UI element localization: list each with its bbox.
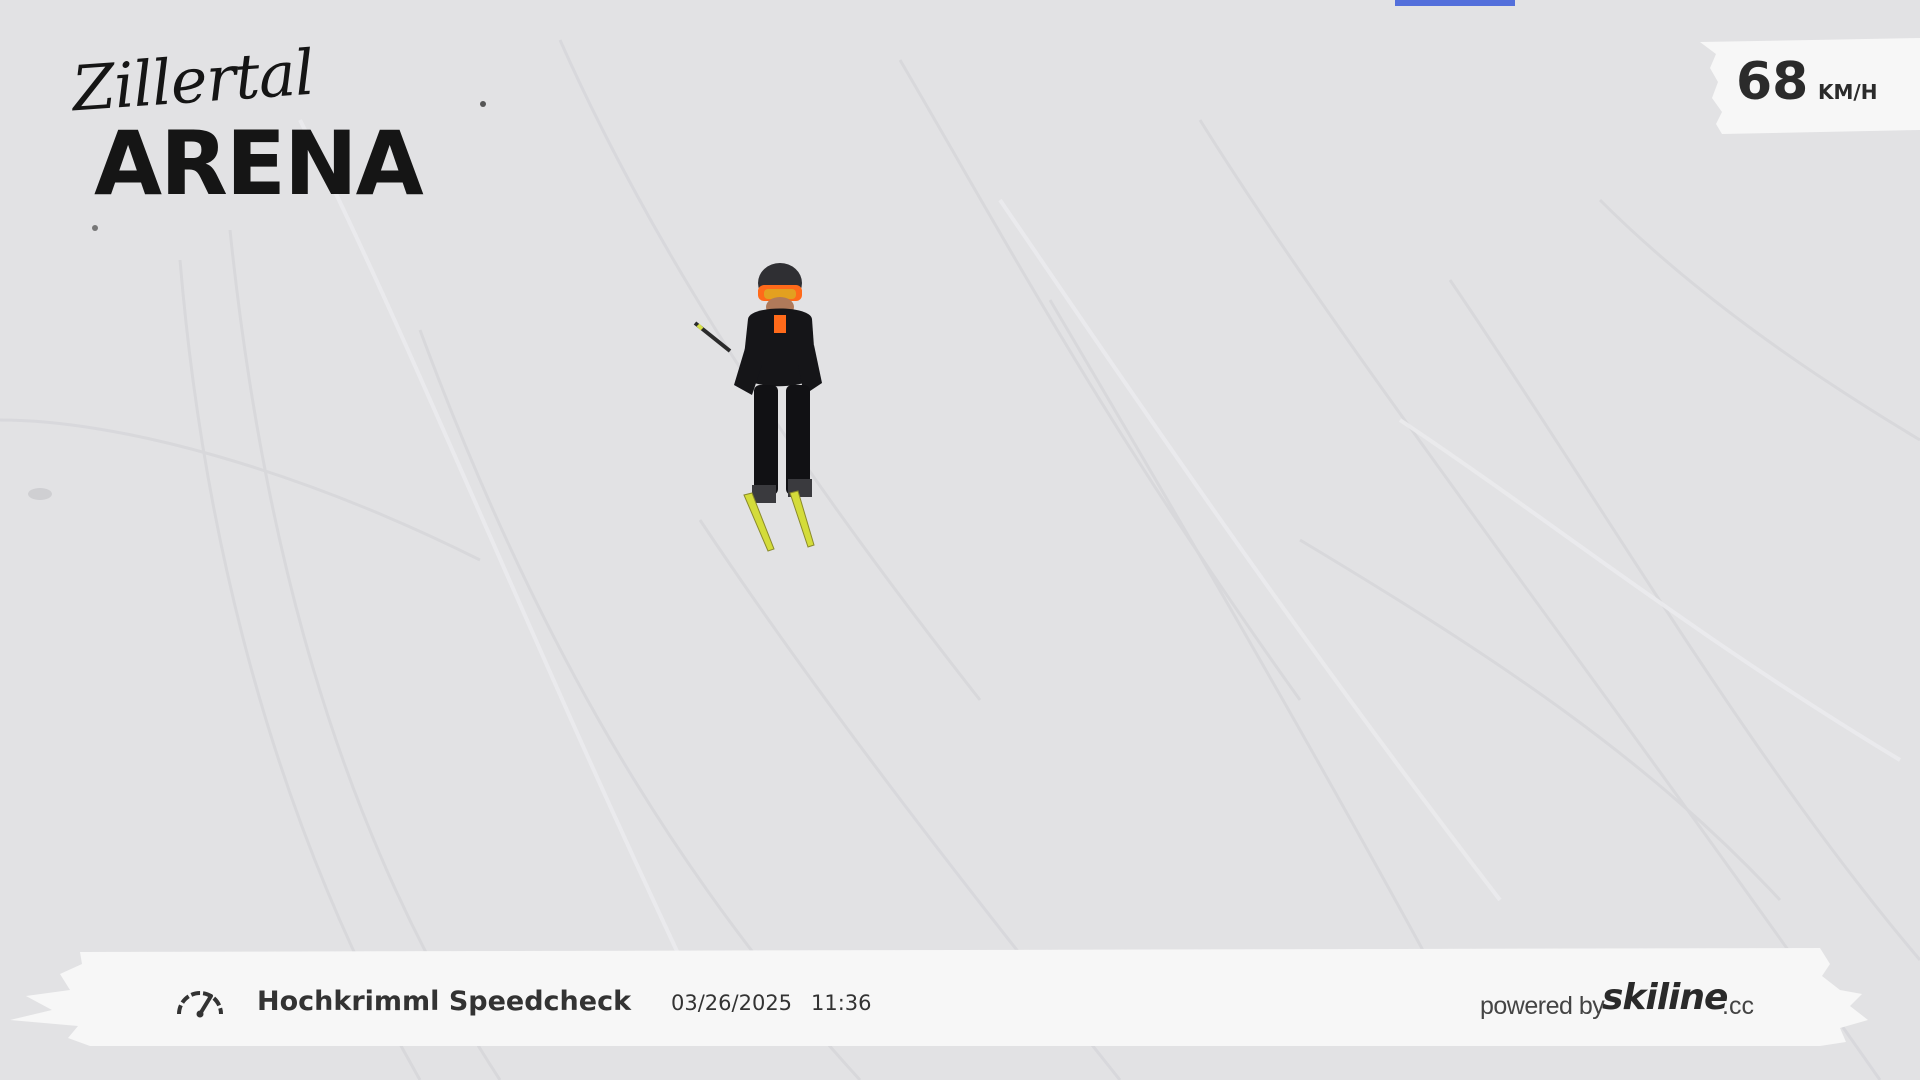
zillertal-arena-logo: Zillertal ARENA [58,36,448,220]
webcam-frame: Zillertal ARENA 68 KM/H Hochkrimml Speed… [0,0,1920,1080]
powered-by-label: powered by [1480,992,1605,1020]
skiline-brand: skiline [1602,977,1728,1018]
skier [693,263,822,552]
skiline-brand-tld: .cc [1722,992,1754,1020]
speed-value: 68 [1736,52,1809,112]
speed-unit: KM/H [1818,80,1878,104]
speedometer-icon [177,991,223,1018]
time-label: 11:36 [811,991,872,1015]
location-title: Hochkrimml Speedcheck [257,986,632,1017]
info-bar: Hochkrimml Speedcheck 03/26/2025 11:36 p… [0,946,1920,1052]
logo-main-text: ARENA [94,112,424,215]
date-label: 03/26/2025 [671,991,793,1015]
logo-script-text: Zillertal [69,35,316,126]
speed-display: 68 KM/H [1692,38,1920,134]
